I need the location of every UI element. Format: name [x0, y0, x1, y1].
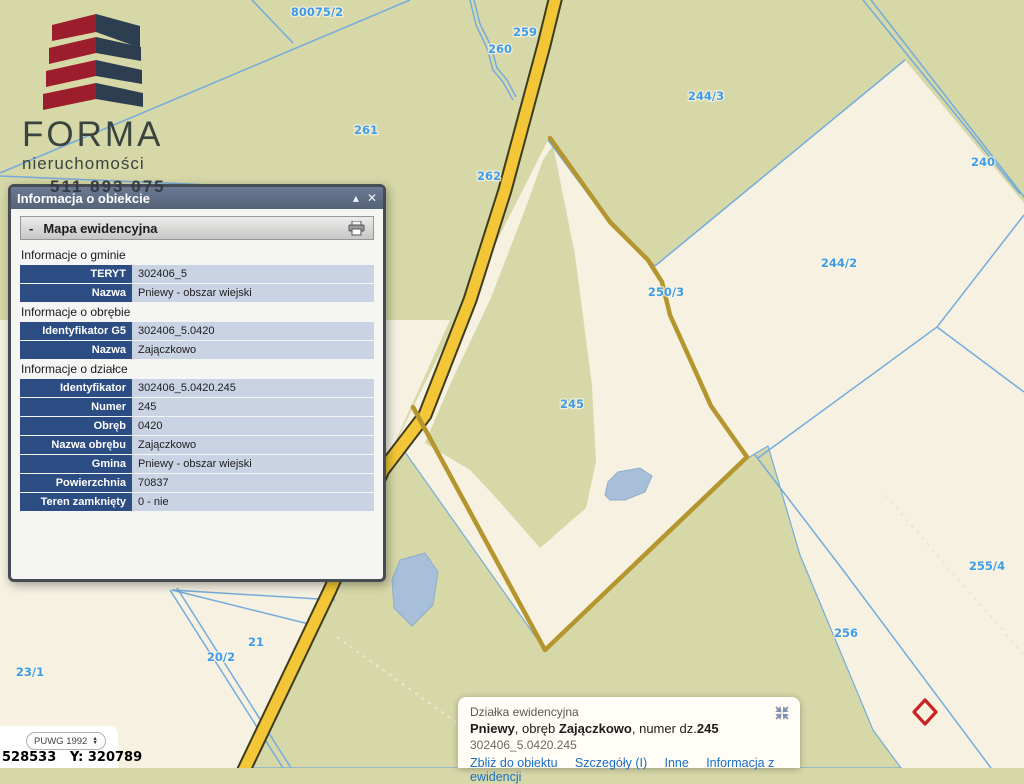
parcel-label: 256	[834, 626, 858, 640]
collapse-popup-icon[interactable]	[774, 705, 790, 721]
parcel-label: 21	[248, 635, 264, 649]
parcel-label: 244/3	[688, 89, 724, 103]
print-icon[interactable]	[348, 221, 365, 236]
table-row: Nazwa Zajączkowo	[20, 341, 374, 359]
info-window-body: - Mapa ewidencyjna Informacje o gminie T…	[11, 209, 383, 579]
parcel-label: 20/2	[207, 650, 235, 664]
feature-title-sep2: , numer dz.	[632, 721, 697, 736]
coord-x-value: 528533	[2, 750, 56, 765]
row-value: Zajączkowo	[132, 436, 374, 454]
feature-title-district: Zajączkowo	[559, 721, 632, 736]
row-value: Zajączkowo	[132, 341, 374, 359]
feature-title-number: 245	[697, 721, 719, 736]
table-row: Numer 245	[20, 398, 374, 416]
row-value: 70837	[132, 474, 374, 492]
row-value: 0 - nie	[132, 493, 374, 511]
feature-popup: Działka ewidencyjna Pniewy, obręb Zającz…	[458, 697, 800, 768]
close-icon[interactable]: ✕	[367, 192, 377, 204]
parcel-label: 240	[971, 155, 995, 169]
row-label: Obręb	[20, 417, 132, 435]
table-row: Identyfikator 302406_5.0420.245	[20, 379, 374, 397]
row-label: Identyfikator	[20, 379, 132, 397]
spinner-arrows-icon: ▲▼	[92, 737, 97, 745]
feature-identifier: 302406_5.0420.245	[470, 738, 788, 752]
parcel-label: 255/4	[969, 559, 1005, 573]
feature-title-commune: Pniewy	[470, 721, 515, 736]
table-row: Teren zamknięty 0 - nie	[20, 493, 374, 511]
parcel-label: 244/2	[821, 256, 857, 270]
collapse-indicator: -	[29, 221, 33, 236]
table-row: Gmina Pniewy - obszar wiejski	[20, 455, 374, 473]
table-row: Identyfikator G5 302406_5.0420	[20, 322, 374, 340]
parcel-label: 260	[488, 42, 512, 56]
parcel-label: 261	[354, 123, 378, 137]
row-value: 302406_5	[132, 265, 374, 283]
parcel-label: 245	[560, 397, 584, 411]
row-label: Powierzchnia	[20, 474, 132, 492]
parcel-label: 250/3	[648, 285, 684, 299]
parcel-label: 80075/2	[291, 5, 343, 19]
row-label: Gmina	[20, 455, 132, 473]
cursor-coordinates: 528533 Y: 320789	[2, 750, 142, 765]
table-row: TERYT 302406_5	[20, 265, 374, 283]
feature-type-label: Działka ewidencyjna	[470, 705, 788, 719]
row-label: TERYT	[20, 265, 132, 283]
coord-y-value: 320789	[88, 750, 142, 765]
table-row: Nazwa obrębu Zajączkowo	[20, 436, 374, 454]
group-heading-gmina: Informacje o gminie	[20, 246, 374, 265]
row-value: 0420	[132, 417, 374, 435]
row-value: Pniewy - obszar wiejski	[132, 455, 374, 473]
row-value: 302406_5.0420	[132, 322, 374, 340]
row-label: Identyfikator G5	[20, 322, 132, 340]
row-label: Nazwa obrębu	[20, 436, 132, 454]
info-window-titlebar[interactable]: Informacja o obiekcie ▴ ✕	[11, 187, 383, 209]
feature-title: Pniewy, obręb Zajączkowo, numer dz.245	[470, 721, 788, 736]
feature-title-sep1: , obręb	[515, 721, 559, 736]
row-value: 302406_5.0420.245	[132, 379, 374, 397]
table-row: Powierzchnia 70837	[20, 474, 374, 492]
table-row: Nazwa Pniewy - obszar wiejski	[20, 284, 374, 302]
section-title: Mapa ewidencyjna	[43, 221, 348, 236]
parcel-label: 262	[477, 169, 501, 183]
row-label: Teren zamknięty	[20, 493, 132, 511]
group-heading-dzialka: Informacje o działce	[20, 360, 374, 379]
parcel-label: 259	[513, 25, 537, 39]
row-label: Numer	[20, 398, 132, 416]
feature-links: Zbliż do obiektu Szczegóły (I) Inne Info…	[470, 756, 788, 784]
info-window-title: Informacja o obiekcie	[17, 191, 345, 206]
crs-select[interactable]: PUWG 1992 ▲▼	[26, 732, 106, 750]
parcel-label: 23/1	[16, 665, 44, 679]
coord-y-label: Y:	[70, 750, 83, 765]
crs-select-value: PUWG 1992	[34, 736, 87, 747]
row-value: 245	[132, 398, 374, 416]
table-row: Obręb 0420	[20, 417, 374, 435]
row-label: Nazwa	[20, 284, 132, 302]
row-value: Pniewy - obszar wiejski	[132, 284, 374, 302]
coordinates-panel: PUWG 1992 ▲▼ 528533 Y: 320789	[0, 726, 118, 768]
group-heading-obreb: Informacje o obrębie	[20, 303, 374, 322]
info-window: Informacja o obiekcie ▴ ✕ - Mapa ewidenc…	[8, 184, 386, 582]
row-label: Nazwa	[20, 341, 132, 359]
minimize-icon[interactable]: ▴	[353, 192, 359, 204]
section-header-mapa-ewidencyjna[interactable]: - Mapa ewidencyjna	[20, 216, 374, 240]
